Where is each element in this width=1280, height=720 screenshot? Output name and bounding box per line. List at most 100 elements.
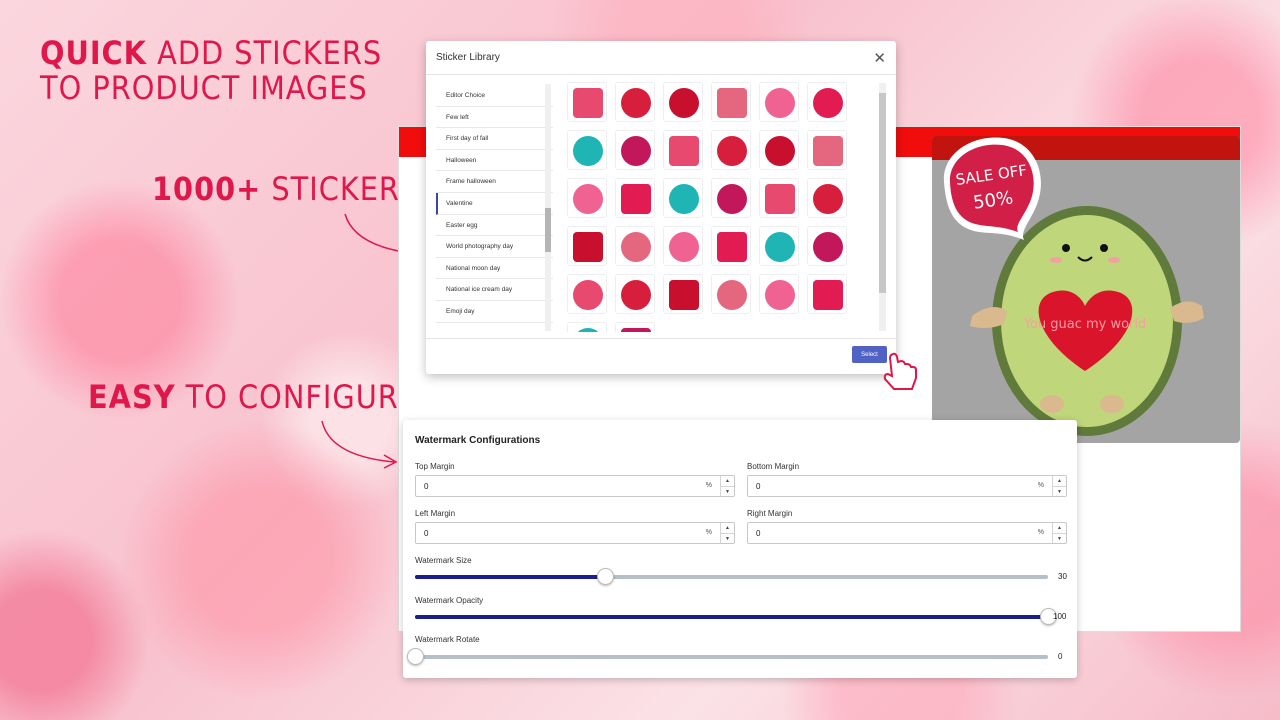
category-list: Editor Choice Few left First day of fall Ha… xyxy=(436,85,553,330)
category-item[interactable]: Valentine xyxy=(436,192,553,215)
stepper-up-icon[interactable]: ▲ xyxy=(721,523,734,533)
category-item[interactable]: World photography day xyxy=(436,236,553,258)
category-item[interactable]: National moon day xyxy=(436,258,553,280)
left-margin-stepper[interactable]: ▲ ▼ xyxy=(720,523,734,543)
category-item[interactable]: Frame halloween xyxy=(436,171,553,193)
sticker-thumbnail[interactable] xyxy=(615,322,655,332)
sticker-thumbnail[interactable] xyxy=(615,274,655,314)
stepper-up-icon[interactable]: ▲ xyxy=(721,476,734,486)
sticker-thumbnail[interactable] xyxy=(663,226,703,266)
sticker-shape-icon xyxy=(573,280,603,310)
sticker-shape-icon xyxy=(573,232,603,262)
category-item[interactable]: Editor Choice xyxy=(436,85,553,107)
size-slider[interactable] xyxy=(415,568,1048,585)
top-margin-value: 0 xyxy=(424,482,429,491)
watermark-config-panel: Watermark Configurations Top Margin 0 % … xyxy=(403,420,1077,678)
right-margin-input[interactable]: 0 % ▲ ▼ xyxy=(747,522,1067,544)
rotate-slider[interactable] xyxy=(407,648,1048,665)
bottom-margin-label: Bottom Margin xyxy=(747,462,800,471)
heart-text: You guac my world xyxy=(1023,317,1147,332)
category-item[interactable]: National ice cream day xyxy=(436,279,553,301)
sticker-thumbnail[interactable] xyxy=(759,130,799,170)
sticker-shape-icon xyxy=(717,88,747,118)
sticker-grid-scrollbar[interactable] xyxy=(879,83,886,331)
top-margin-stepper[interactable]: ▲ ▼ xyxy=(720,476,734,496)
modal-footer xyxy=(426,338,896,339)
left-margin-input[interactable]: 0 % ▲ ▼ xyxy=(415,522,735,544)
sticker-thumbnail[interactable] xyxy=(663,130,703,170)
sticker-thumbnail[interactable] xyxy=(567,322,607,332)
sticker-thumbnail[interactable] xyxy=(711,82,751,122)
category-scrollbar[interactable] xyxy=(545,84,551,331)
sticker-thumbnail[interactable] xyxy=(615,82,655,122)
opacity-slider[interactable] xyxy=(415,608,1057,625)
sticker-thumbnail[interactable] xyxy=(663,178,703,218)
close-icon[interactable]: ✕ xyxy=(873,49,886,67)
sticker-shape-icon xyxy=(573,136,603,166)
headline-add-stickers: ADD STICKERS xyxy=(157,34,383,72)
rotate-value: 0 xyxy=(1058,652,1063,661)
sticker-thumbnail[interactable] xyxy=(567,226,607,266)
stepper-down-icon[interactable]: ▼ xyxy=(721,486,734,496)
sticker-shape-icon xyxy=(669,88,699,118)
sticker-shape-icon xyxy=(813,136,843,166)
category-item[interactable]: Emoji day xyxy=(436,301,553,323)
sticker-thumbnail[interactable] xyxy=(759,178,799,218)
sticker-shape-icon xyxy=(717,184,747,214)
right-margin-stepper[interactable]: ▲ ▼ xyxy=(1052,523,1066,543)
sticker-thumbnail[interactable] xyxy=(711,274,751,314)
sticker-thumbnail[interactable] xyxy=(759,226,799,266)
sticker-shape-icon xyxy=(717,232,747,262)
product-image: You guac my world SALE OFF 50% xyxy=(932,136,1240,443)
category-item[interactable]: Few left xyxy=(436,107,553,129)
stepper-up-icon[interactable]: ▲ xyxy=(1053,523,1066,533)
sticker-thumbnail[interactable] xyxy=(663,274,703,314)
size-slider-handle[interactable] xyxy=(596,568,614,585)
sticker-shape-icon xyxy=(813,184,843,214)
sticker-thumbnail[interactable] xyxy=(711,130,751,170)
sticker-thumbnail[interactable] xyxy=(663,82,703,122)
sticker-shape-icon xyxy=(813,232,843,262)
sticker-shape-icon xyxy=(621,136,651,166)
sticker-thumbnail[interactable] xyxy=(711,226,751,266)
right-margin-unit: % xyxy=(1037,529,1044,536)
sticker-thumbnail[interactable] xyxy=(615,130,655,170)
bottom-margin-input[interactable]: 0 % ▲ ▼ xyxy=(747,475,1067,497)
sticker-shape-icon xyxy=(669,280,699,310)
sticker-thumbnail[interactable] xyxy=(567,274,607,314)
stepper-up-icon[interactable]: ▲ xyxy=(1053,476,1066,486)
watermark-title: Watermark Configurations xyxy=(415,435,541,446)
sticker-shape-icon xyxy=(621,88,651,118)
sticker-thumbnail[interactable] xyxy=(567,178,607,218)
sticker-thumbnail[interactable] xyxy=(807,178,847,218)
sticker-thumbnail[interactable] xyxy=(567,82,607,122)
stepper-down-icon[interactable]: ▼ xyxy=(1053,533,1066,543)
category-item[interactable]: Easter egg xyxy=(436,215,553,237)
sale-sticker-overlay: SALE OFF 50% xyxy=(943,137,1041,240)
sticker-thumbnail[interactable] xyxy=(807,130,847,170)
category-item[interactable]: First day of fall xyxy=(436,128,553,150)
headline-easy-configure: EASY TO CONFIGURE xyxy=(88,379,418,415)
modal-title: Sticker Library xyxy=(436,52,500,63)
bottom-margin-stepper[interactable]: ▲ ▼ xyxy=(1052,476,1066,496)
headline-1000-word: 1000+ xyxy=(152,170,262,208)
sticker-thumbnail[interactable] xyxy=(615,178,655,218)
sticker-thumbnail[interactable] xyxy=(759,82,799,122)
sticker-thumbnail[interactable] xyxy=(807,82,847,122)
top-margin-input[interactable]: 0 % ▲ ▼ xyxy=(415,475,735,497)
sticker-thumbnail[interactable] xyxy=(807,226,847,266)
headline-quick-word: QUICK xyxy=(40,34,147,72)
bottom-margin-unit: % xyxy=(1037,482,1044,489)
left-margin-label: Left Margin xyxy=(415,509,456,518)
stepper-down-icon[interactable]: ▼ xyxy=(1053,486,1066,496)
modal-header: Sticker Library ✕ xyxy=(426,41,896,75)
category-item[interactable]: Halloween xyxy=(436,150,553,172)
rotate-slider-handle[interactable] xyxy=(407,648,424,665)
stepper-down-icon[interactable]: ▼ xyxy=(721,533,734,543)
sticker-thumbnail[interactable] xyxy=(807,274,847,314)
sticker-thumbnail[interactable] xyxy=(711,178,751,218)
sticker-thumbnail[interactable] xyxy=(759,274,799,314)
sticker-thumbnail[interactable] xyxy=(567,130,607,170)
sticker-thumbnail[interactable] xyxy=(615,226,655,266)
arrow-to-config-icon xyxy=(321,420,398,469)
